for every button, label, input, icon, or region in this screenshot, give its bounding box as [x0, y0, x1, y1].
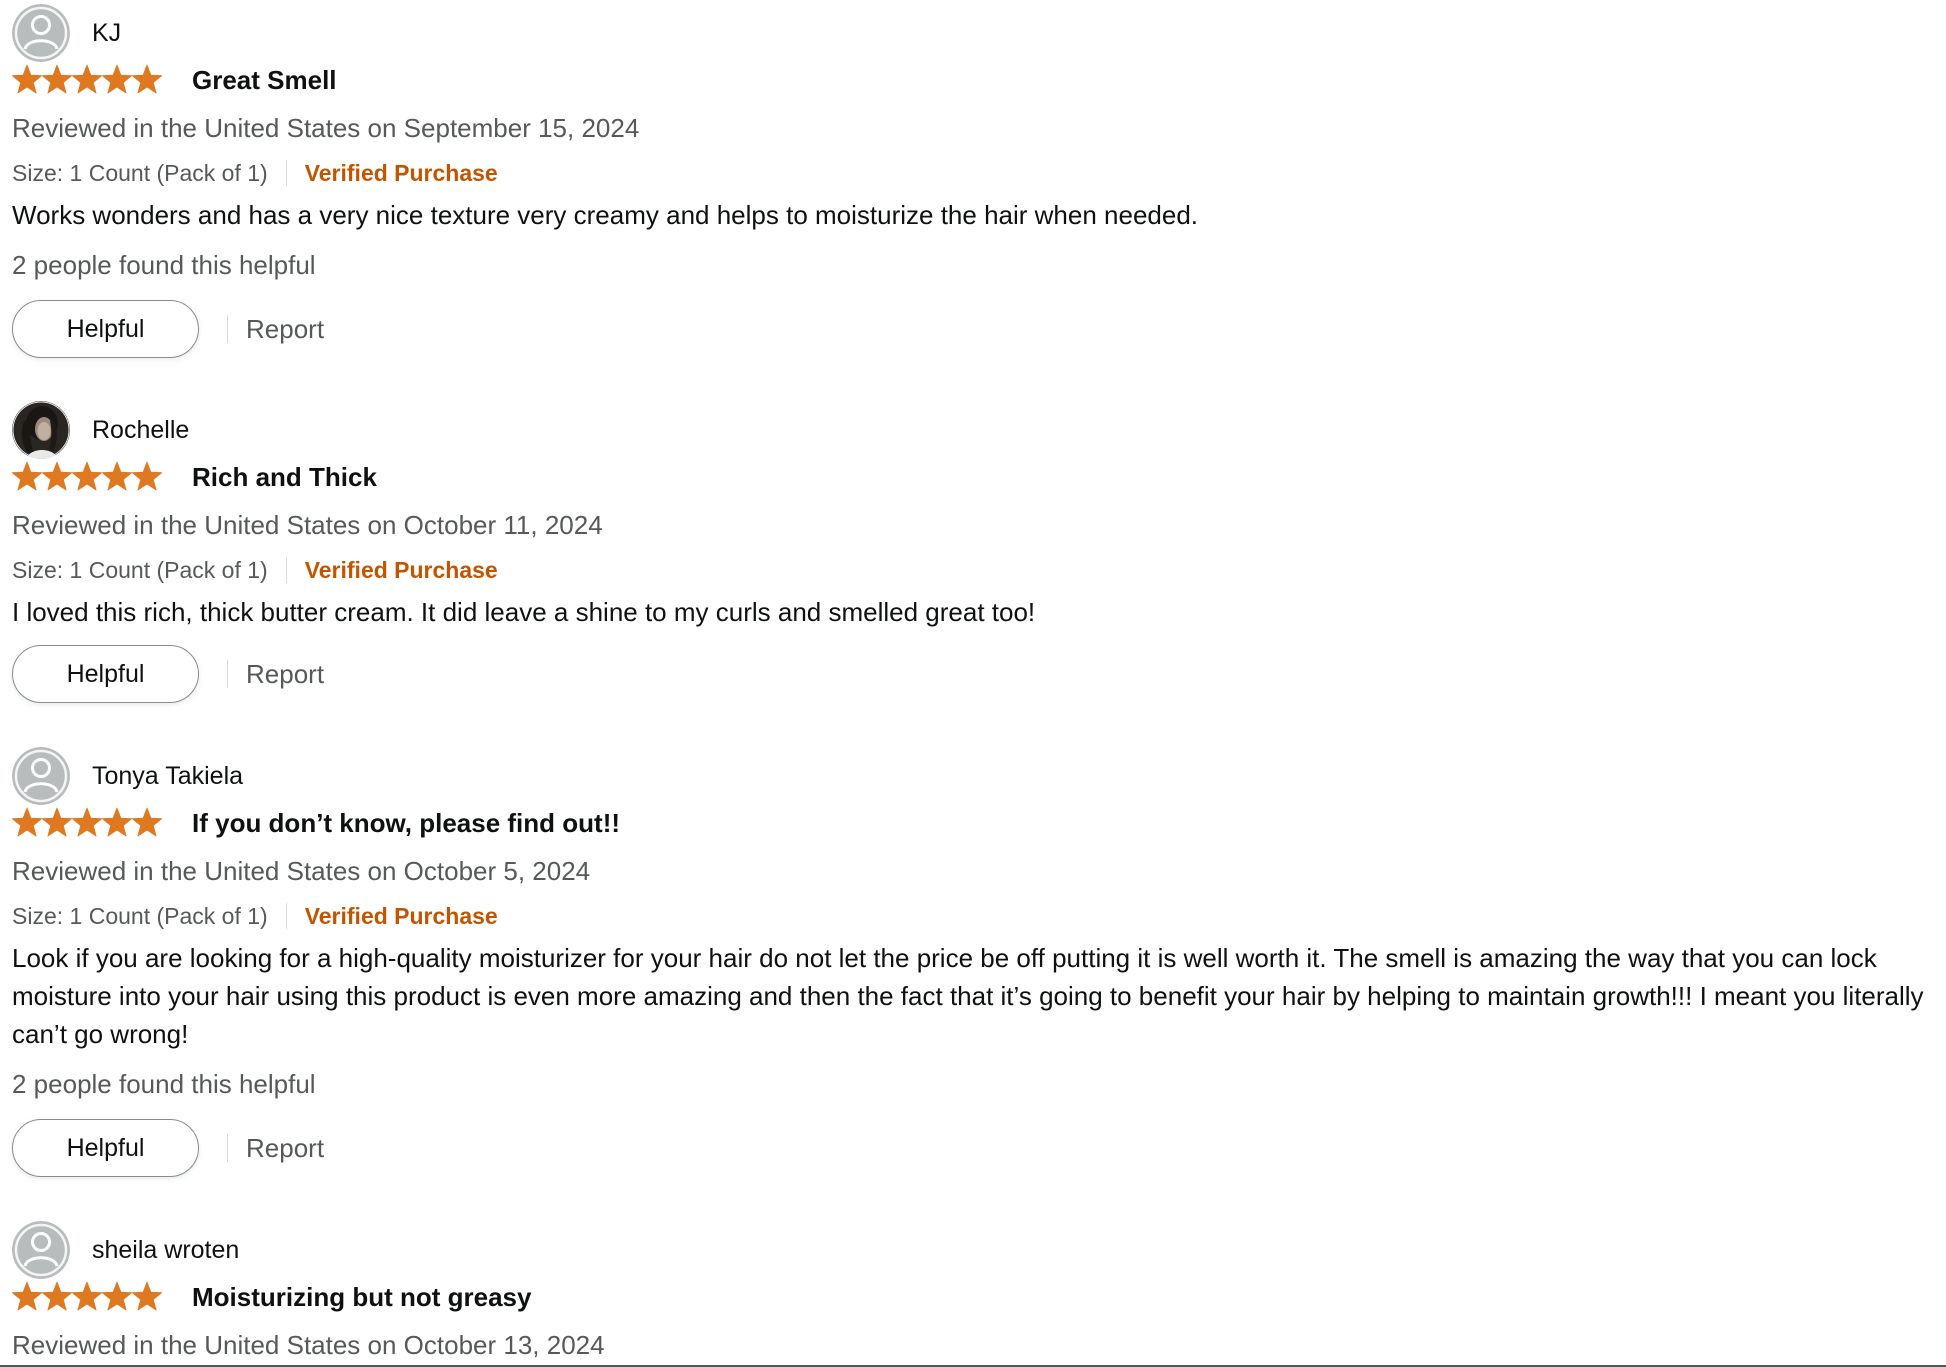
reviewer-profile[interactable]: Tonya Takiela — [12, 747, 243, 805]
reviewer-name[interactable]: Rochelle — [92, 416, 189, 445]
review-body: I loved this rich, thick butter cream. I… — [12, 597, 1036, 627]
review-meta: Size: 1 Count (Pack of 1) Verified Purch… — [12, 554, 498, 586]
helpful-button[interactable]: Helpful — [12, 1119, 199, 1177]
default-avatar-icon — [12, 4, 70, 62]
review-title-row: Rich and Thick — [12, 457, 377, 497]
reviewer-name[interactable]: KJ — [92, 19, 121, 48]
star-rating[interactable] — [12, 1281, 162, 1313]
star-rating[interactable] — [12, 461, 162, 493]
star-rating[interactable] — [12, 64, 162, 96]
verified-purchase-badge: Verified Purchase — [304, 902, 498, 929]
review-title[interactable]: If you don’t know, please find out!! — [192, 808, 620, 839]
verified-purchase-badge: Verified Purchase — [304, 556, 498, 583]
star-icon — [101, 64, 133, 94]
default-avatar-icon — [12, 1221, 70, 1279]
reviewer-name[interactable]: sheila wroten — [92, 1236, 239, 1265]
review-title[interactable]: Rich and Thick — [192, 462, 377, 493]
helpful-button[interactable]: Helpful — [12, 645, 199, 703]
star-icon — [71, 64, 103, 94]
review-actions: Helpful Report — [12, 300, 324, 358]
review-date: Reviewed in the United States on October… — [12, 856, 591, 886]
report-link[interactable]: Report — [246, 659, 324, 690]
star-icon — [131, 461, 162, 491]
review-title[interactable]: Moisturizing but not greasy — [192, 1282, 531, 1313]
star-icon — [71, 461, 103, 491]
review-date: Reviewed in the United States on October… — [12, 1330, 605, 1360]
review-actions: Helpful Report — [12, 645, 324, 703]
reviewer-profile[interactable]: Rochelle — [12, 401, 189, 459]
review-date: Reviewed in the United States on Septemb… — [12, 113, 640, 143]
default-avatar-icon — [12, 747, 70, 805]
star-icon — [41, 807, 73, 837]
divider — [227, 315, 228, 343]
star-icon — [101, 461, 133, 491]
star-icon — [71, 807, 103, 837]
report-link[interactable]: Report — [246, 1133, 324, 1164]
star-icon — [131, 1281, 162, 1311]
reviewer-name[interactable]: Tonya Takiela — [92, 762, 243, 791]
star-icon — [71, 1281, 103, 1311]
verified-purchase-badge: Verified Purchase — [304, 159, 498, 186]
divider — [285, 903, 287, 929]
helpful-count: 2 people found this helpful — [12, 1069, 316, 1099]
review-meta: Size: 1 Count (Pack of 1) Verified Purch… — [12, 900, 498, 932]
star-rating[interactable] — [12, 807, 162, 839]
review-actions: Helpful Report — [12, 1119, 324, 1177]
star-icon — [41, 1281, 73, 1311]
divider — [285, 160, 287, 186]
review-meta: Size: 1 Count (Pack of 1) Verified Purch… — [12, 157, 498, 189]
review-title[interactable]: Great Smell — [192, 65, 337, 96]
report-link[interactable]: Report — [246, 314, 324, 345]
star-icon — [12, 807, 43, 837]
star-icon — [41, 461, 73, 491]
product-size[interactable]: Size: 1 Count (Pack of 1) — [12, 903, 268, 930]
review-date: Reviewed in the United States on October… — [12, 510, 603, 540]
helpful-button[interactable]: Helpful — [12, 300, 199, 358]
divider — [227, 660, 228, 688]
product-size[interactable]: Size: 1 Count (Pack of 1) — [12, 160, 268, 187]
review-title-row: Moisturizing but not greasy — [12, 1277, 531, 1317]
reviewer-profile[interactable]: KJ — [12, 4, 121, 62]
review-title-row: If you don’t know, please find out!! — [12, 803, 620, 843]
star-icon — [101, 1281, 133, 1311]
product-size[interactable]: Size: 1 Count (Pack of 1) — [12, 557, 268, 584]
star-icon — [12, 461, 43, 491]
divider — [285, 557, 287, 583]
helpful-count: 2 people found this helpful — [12, 250, 316, 280]
star-icon — [12, 64, 43, 94]
star-icon — [101, 807, 133, 837]
review-body: Works wonders and has a very nice textur… — [12, 200, 1199, 230]
star-icon — [12, 1281, 43, 1311]
review-body: Look if you are looking for a high-quali… — [12, 943, 1924, 1049]
profile-photo-avatar — [12, 401, 70, 459]
reviewer-profile[interactable]: sheila wroten — [12, 1221, 239, 1279]
divider — [227, 1134, 228, 1162]
review-title-row: Great Smell — [12, 60, 337, 100]
star-icon — [131, 807, 162, 837]
star-icon — [131, 64, 162, 94]
star-icon — [41, 64, 73, 94]
